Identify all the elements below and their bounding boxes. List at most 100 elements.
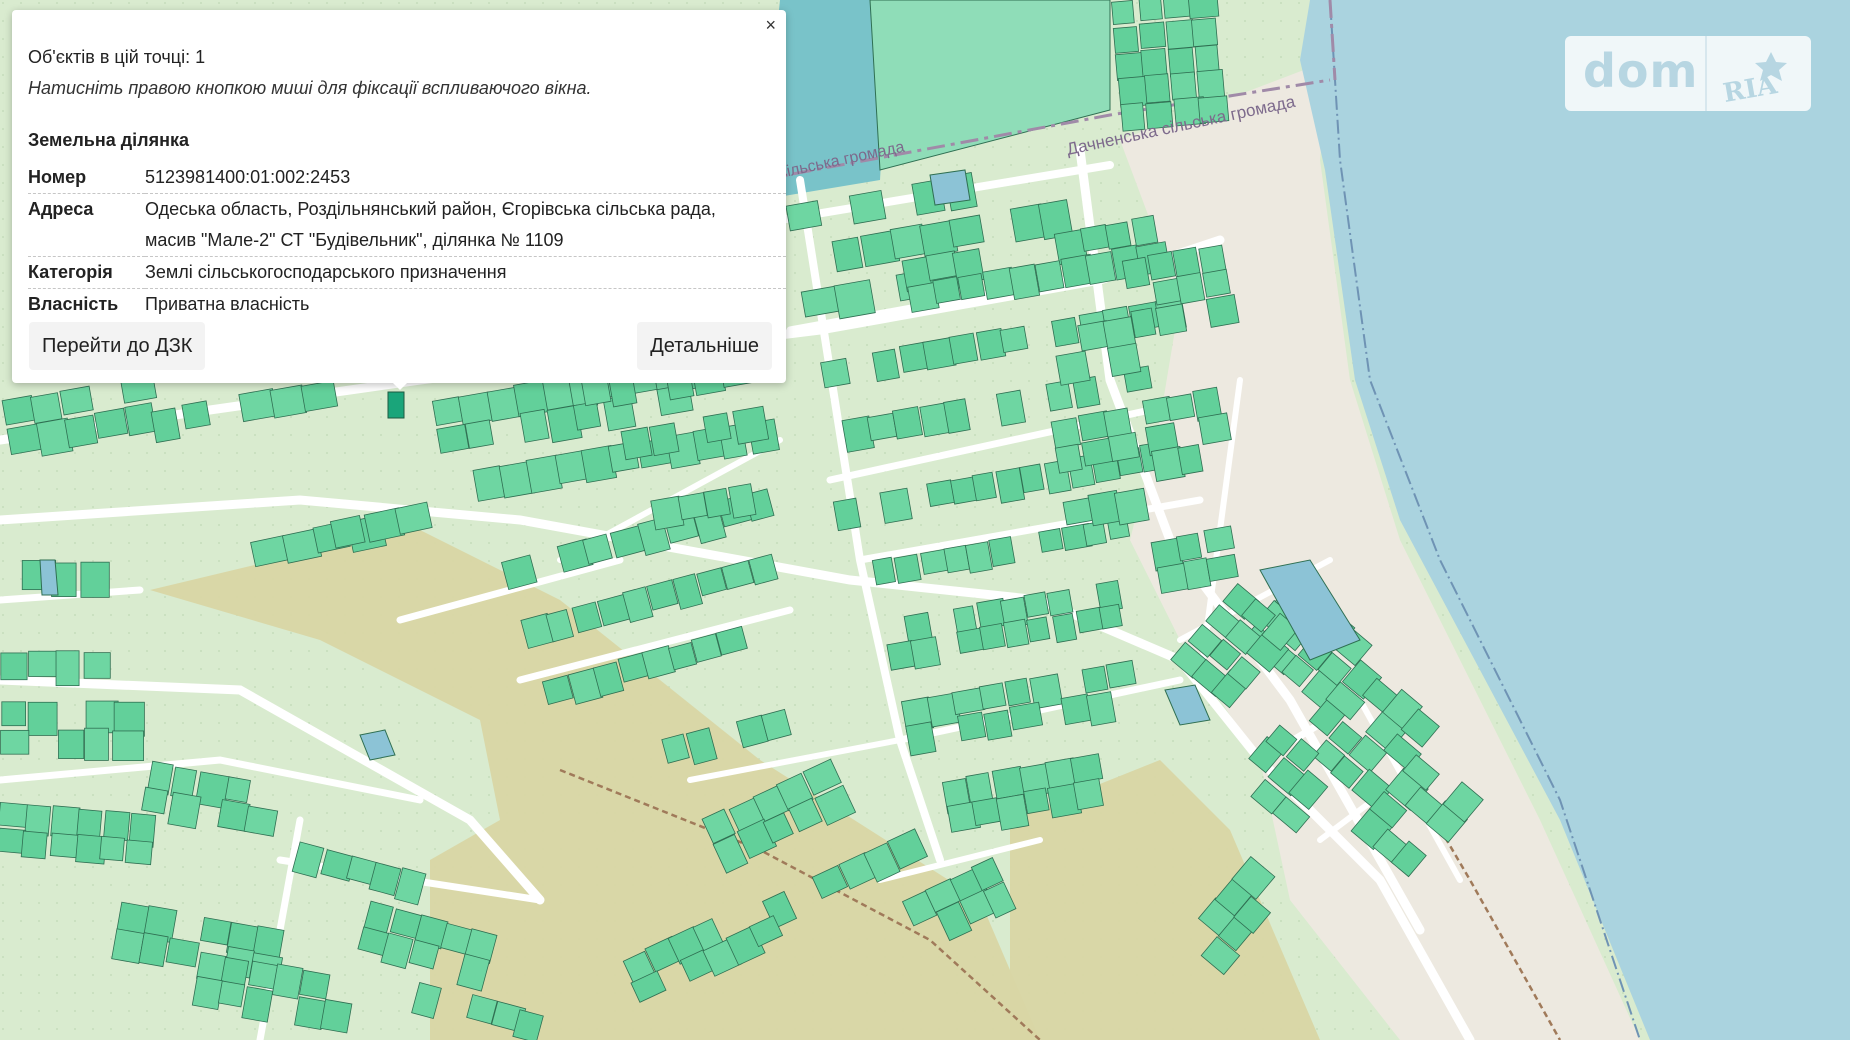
- parcel[interactable]: [199, 916, 232, 946]
- parcel[interactable]: [866, 412, 898, 442]
- parcel[interactable]: [909, 636, 941, 670]
- parcel[interactable]: [80, 561, 110, 598]
- parcel[interactable]: [165, 937, 200, 968]
- parcel[interactable]: [832, 497, 862, 532]
- parcel[interactable]: [271, 963, 304, 1000]
- parcel[interactable]: [971, 797, 1001, 827]
- parcel[interactable]: [150, 407, 181, 444]
- parcel[interactable]: [0, 729, 30, 755]
- parcel[interactable]: [1046, 589, 1074, 617]
- parcel[interactable]: [988, 536, 1016, 567]
- parcel[interactable]: [1084, 251, 1117, 285]
- parcel[interactable]: [1008, 263, 1041, 301]
- parcel[interactable]: [224, 776, 251, 804]
- parcel[interactable]: [1177, 444, 1204, 476]
- parcel[interactable]: [29, 392, 63, 424]
- parcel[interactable]: [217, 980, 246, 1008]
- parcel[interactable]: [1052, 612, 1078, 644]
- parcel[interactable]: [732, 405, 770, 445]
- parcel[interactable]: [1165, 19, 1196, 50]
- parcel[interactable]: [1050, 417, 1082, 450]
- parcel[interactable]: [1196, 68, 1226, 101]
- parcel[interactable]: [0, 801, 29, 828]
- parcel[interactable]: [20, 830, 48, 860]
- parcel[interactable]: [1155, 303, 1188, 337]
- parcel[interactable]: [1079, 224, 1110, 252]
- parcel[interactable]: [1107, 342, 1142, 377]
- parcel[interactable]: [1203, 525, 1235, 554]
- parcel[interactable]: [1112, 26, 1139, 54]
- parcel[interactable]: [1131, 214, 1159, 247]
- parcel[interactable]: [112, 730, 144, 761]
- parcel[interactable]: [1111, 0, 1135, 26]
- special-parcel[interactable]: [929, 169, 971, 206]
- parcel[interactable]: [871, 556, 896, 586]
- parcel[interactable]: [648, 422, 680, 457]
- parcel[interactable]: [995, 793, 1030, 831]
- parcel[interactable]: [1054, 443, 1083, 474]
- parcel[interactable]: [436, 423, 470, 454]
- parcel[interactable]: [138, 932, 169, 968]
- parcel[interactable]: [926, 479, 956, 507]
- selected-parcel[interactable]: [387, 391, 405, 419]
- parcel[interactable]: [1105, 659, 1137, 689]
- parcel[interactable]: [59, 385, 94, 416]
- parcel[interactable]: [1197, 412, 1232, 445]
- parcel[interactable]: [27, 701, 58, 736]
- parcel[interactable]: [329, 514, 366, 549]
- parcel[interactable]: [1138, 0, 1163, 22]
- parcel[interactable]: [191, 975, 224, 1011]
- parcel[interactable]: [999, 325, 1029, 354]
- parcel[interactable]: [124, 839, 154, 866]
- parcel[interactable]: [111, 928, 145, 964]
- parcel[interactable]: [1004, 677, 1031, 707]
- parcel[interactable]: [820, 357, 851, 389]
- parcel[interactable]: [1169, 71, 1197, 101]
- parcel[interactable]: [1202, 268, 1231, 298]
- parcel[interactable]: [572, 401, 602, 431]
- parcel[interactable]: [871, 348, 900, 382]
- special-parcel[interactable]: [39, 559, 59, 596]
- details-button[interactable]: Детальніше: [637, 322, 772, 370]
- parcel[interactable]: [431, 396, 464, 427]
- parcel[interactable]: [1175, 532, 1203, 562]
- parcel[interactable]: [1023, 787, 1050, 815]
- parcel[interactable]: [64, 414, 99, 449]
- parcel[interactable]: [943, 544, 970, 574]
- parcel[interactable]: [55, 650, 80, 687]
- parcel[interactable]: [1045, 380, 1073, 412]
- parcel[interactable]: [1051, 316, 1080, 348]
- parcel[interactable]: [519, 408, 550, 443]
- parcel[interactable]: [84, 727, 109, 761]
- parcel[interactable]: [1205, 294, 1240, 328]
- parcel[interactable]: [948, 332, 979, 365]
- parcel[interactable]: [893, 553, 922, 584]
- parcel[interactable]: [58, 729, 85, 759]
- parcel[interactable]: [269, 384, 308, 419]
- parcel[interactable]: [1121, 256, 1151, 290]
- go-to-dzk-button[interactable]: Перейти до ДЗК: [29, 322, 206, 370]
- parcel[interactable]: [1194, 44, 1220, 74]
- parcel[interactable]: [1130, 307, 1157, 339]
- parcel[interactable]: [1138, 21, 1167, 49]
- parcel[interactable]: [141, 786, 169, 815]
- parcel[interactable]: [957, 273, 986, 301]
- close-icon[interactable]: ×: [765, 16, 776, 34]
- parcel[interactable]: [785, 200, 823, 232]
- parcel[interactable]: [1008, 701, 1044, 731]
- parcel[interactable]: [964, 541, 993, 574]
- parcel[interactable]: [703, 487, 731, 519]
- parcel[interactable]: [979, 623, 1006, 651]
- parcel[interactable]: [983, 709, 1013, 741]
- parcel[interactable]: [978, 682, 1007, 710]
- parcel[interactable]: [833, 279, 876, 320]
- parcel[interactable]: [93, 407, 129, 439]
- parcel[interactable]: [728, 483, 757, 519]
- parcel[interactable]: [319, 998, 353, 1034]
- parcel[interactable]: [1147, 250, 1177, 281]
- parcel[interactable]: [300, 380, 339, 413]
- parcel[interactable]: [831, 236, 864, 273]
- parcel[interactable]: [995, 389, 1027, 427]
- parcel[interactable]: [1175, 272, 1206, 305]
- parcel[interactable]: [1205, 553, 1239, 582]
